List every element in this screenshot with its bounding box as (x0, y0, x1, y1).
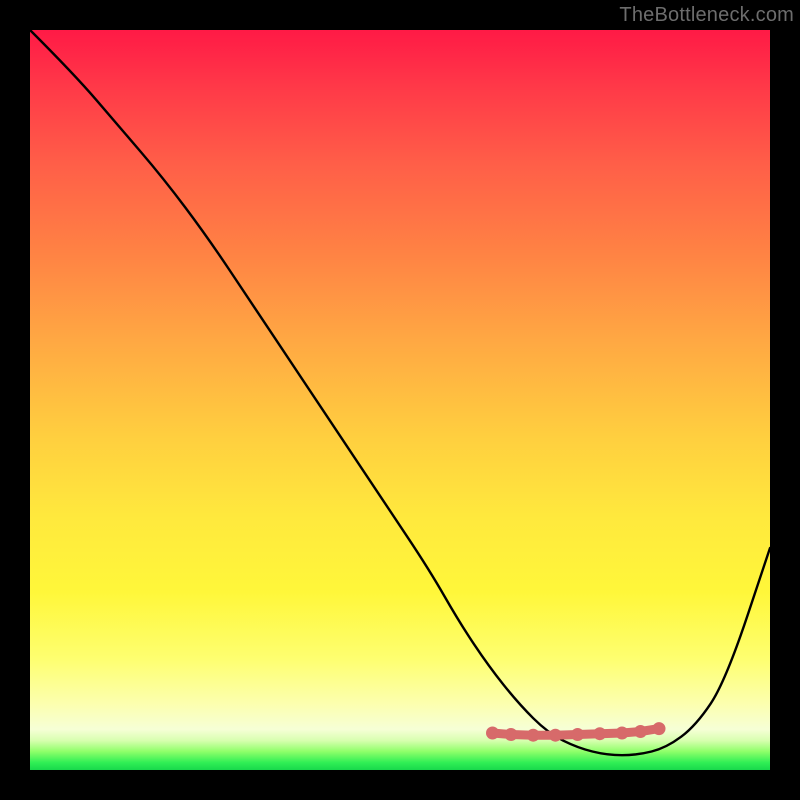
highlight-dots (486, 722, 666, 742)
highlight-dot (505, 728, 518, 741)
highlight-dot (527, 729, 540, 742)
highlight-dot (653, 722, 666, 735)
plot-area (30, 30, 770, 770)
highlight-dot (486, 727, 499, 740)
curve-layer (30, 30, 770, 770)
highlight-dot (549, 729, 562, 742)
highlight-dot (616, 727, 629, 740)
highlight-dot (571, 728, 584, 741)
chart-frame: TheBottleneck.com (0, 0, 800, 800)
watermark-text: TheBottleneck.com (619, 4, 794, 27)
bottleneck-curve (30, 30, 770, 755)
highlight-dot (634, 725, 647, 738)
highlight-dot (593, 727, 606, 740)
